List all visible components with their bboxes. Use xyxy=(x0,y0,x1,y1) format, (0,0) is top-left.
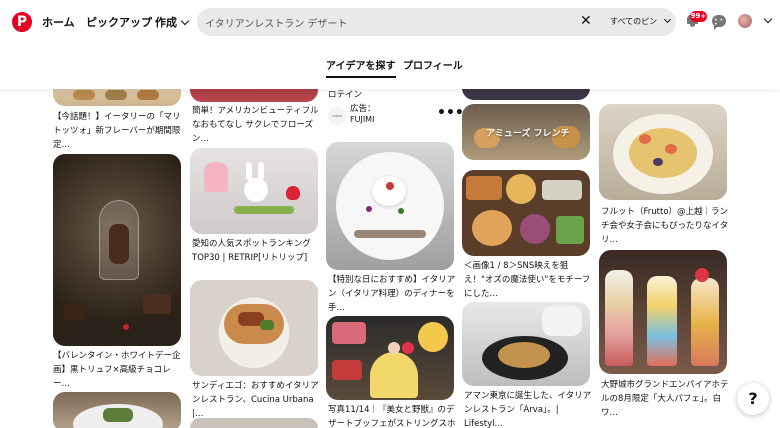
pin-caption[interactable]: 写真11/14｜『美女と野獣』のデザートブッフェがストリングスホテ… xyxy=(328,403,456,428)
pin-image-beauty-beast[interactable] xyxy=(326,316,454,400)
pin-caption[interactable]: ロテイン xyxy=(328,88,456,102)
top-bar: P ホーム ピックアップ 作成 イタリアンレストラン デザート ✕ すべてのピン… xyxy=(0,0,780,44)
pin-caption[interactable]: 愛知の人気スポットランキング TOP30 | RETRIP[リトリップ] xyxy=(192,237,320,265)
chevron-down-icon xyxy=(180,16,190,26)
pin-overlay-text: アミューズ フレンチ xyxy=(486,129,570,139)
search-scope-dropdown[interactable]: すべてのピン xyxy=(595,14,673,30)
pin-image-frutto-pasta[interactable] xyxy=(599,104,727,200)
nav-pickup[interactable]: ピックアップ xyxy=(86,14,152,30)
pin-image-oz-buffet[interactable] xyxy=(462,170,590,256)
tab-bar: アイデアを探す プロフィール xyxy=(0,44,780,89)
pin-image-parfait[interactable] xyxy=(599,250,727,374)
pin-caption[interactable]: 【今話題！】イータリーの「マリトッツォ」新フレーバーが期間限定… xyxy=(53,110,183,152)
more-options-icon[interactable]: ••• xyxy=(437,106,464,120)
pin-caption[interactable]: 【バレンタイン・ホワイトデー企画】黒トリュフ×高級チョコレー… xyxy=(53,349,183,391)
pin-image-plate-anniversary[interactable] xyxy=(326,142,454,270)
advertiser-logo[interactable]: FUJIMI xyxy=(328,107,346,125)
search-input[interactable]: イタリアンレストラン デザート xyxy=(205,15,347,30)
notification-badge: 99+ xyxy=(690,11,707,22)
pin-image-cucina[interactable] xyxy=(190,280,318,376)
pin-image-arva[interactable] xyxy=(462,302,590,386)
advertiser-name[interactable]: FUJIMI xyxy=(350,113,410,127)
pinterest-logo-icon[interactable]: P xyxy=(12,12,32,32)
pin-image-amuse[interactable]: アミューズ フレンチ xyxy=(462,104,590,160)
pin-caption[interactable]: サンディエゴ：おすすめイタリアンレストラン、Cucina Urbana |… xyxy=(192,379,320,421)
messages-icon[interactable]: • • • xyxy=(712,15,726,30)
pin-image-partial[interactable] xyxy=(190,418,318,428)
pin-caption[interactable]: フルット（Frutto）@上越｜ランチ会や女子会にもぴったりなイタリ… xyxy=(601,205,729,247)
tab-profile[interactable]: プロフィール xyxy=(403,57,463,72)
pin-image-dessert-plate[interactable] xyxy=(190,148,318,234)
help-button[interactable]: ? xyxy=(737,383,769,415)
pin-caption[interactable]: アマン東京に誕生した、イタリアンレストラン「Arva」。| Lifestyl… xyxy=(464,389,592,428)
clear-search-icon[interactable]: ✕ xyxy=(580,13,592,29)
tab-ideas[interactable]: アイデアを探す xyxy=(326,57,396,78)
pin-caption[interactable]: 大野城市グランドエンパイアホテルの8月限定「大人パフェ」。白ワ… xyxy=(601,378,729,420)
pin-image-plate[interactable] xyxy=(53,392,181,428)
pin-image-chocolate[interactable] xyxy=(53,154,181,346)
pin-caption[interactable]: 【特別な日におすすめ】イタリアン（イタリア料理）のディナーを手… xyxy=(328,273,456,315)
nav-home[interactable]: ホーム xyxy=(42,14,75,30)
chevron-down-icon xyxy=(664,15,672,24)
pin-caption[interactable]: ＜画像1 / 8＞SNS映えを狙え！"オズの魔法使い"をモチーフにした… xyxy=(464,259,592,301)
avatar[interactable] xyxy=(738,14,752,28)
search-bar[interactable]: イタリアンレストラン デザート ✕ すべてのピン xyxy=(197,8,676,36)
pin-caption[interactable]: 簡単！アメリカンビューティフルなおもてなし サクレでフローズン… xyxy=(192,104,320,146)
nav-create[interactable]: 作成 xyxy=(155,14,190,30)
search-scope-label: すべてのピン xyxy=(610,17,658,26)
account-chevron-down-icon[interactable] xyxy=(763,14,773,24)
nav-create-label: 作成 xyxy=(155,16,177,29)
